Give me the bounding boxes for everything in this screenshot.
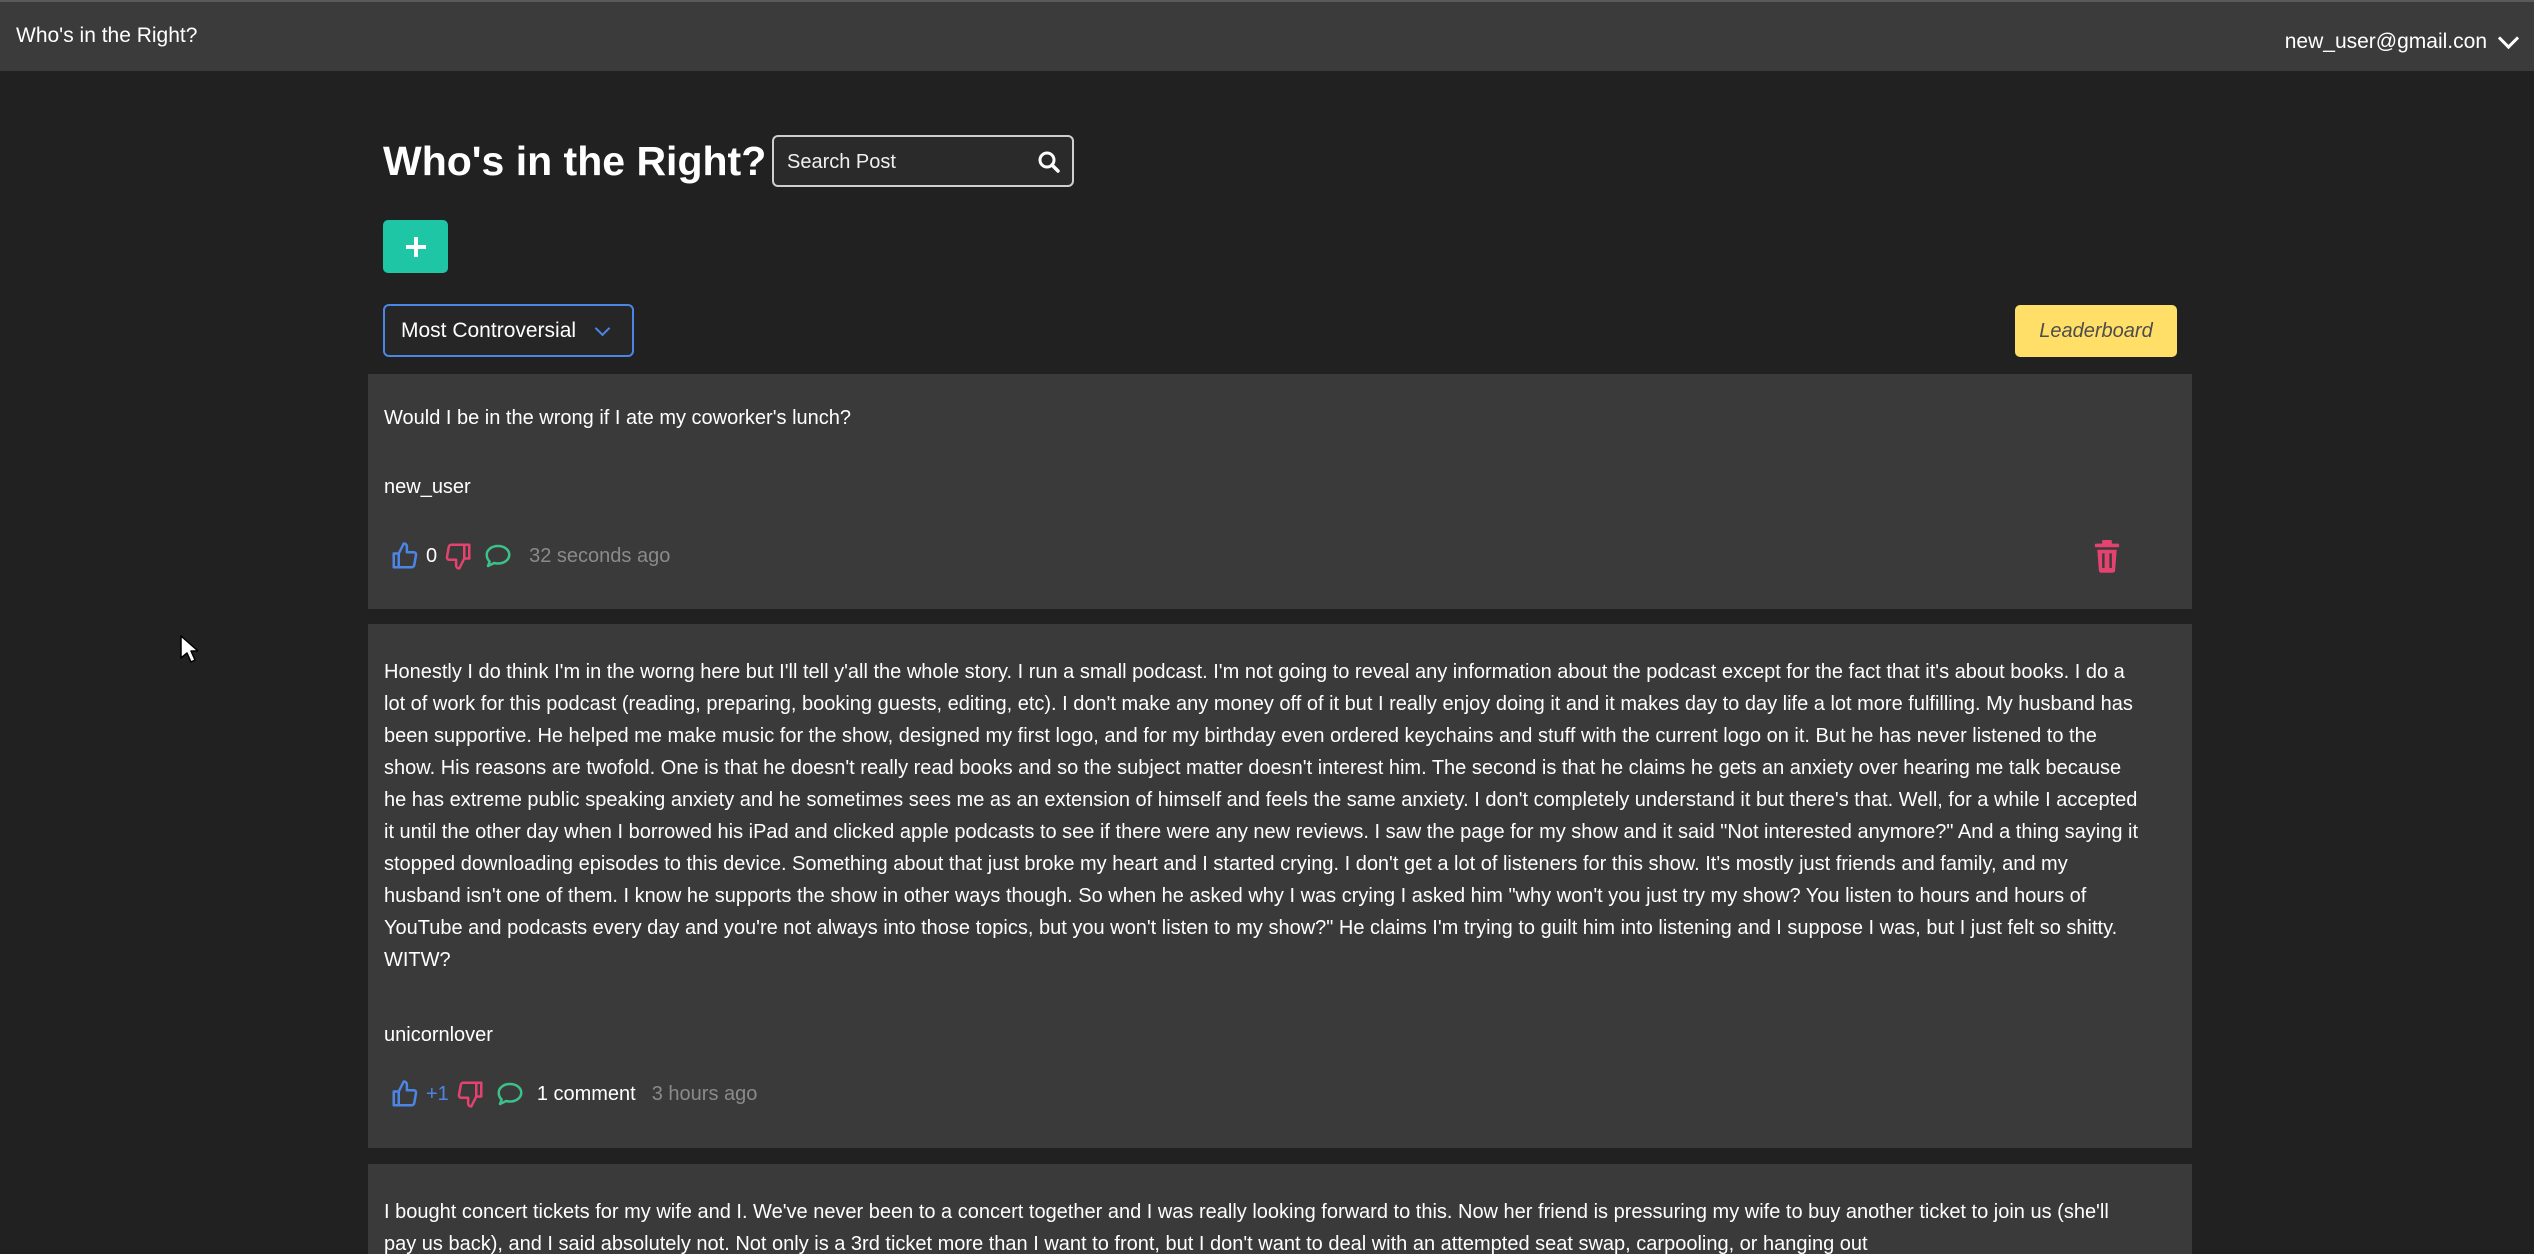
thumbs-up-icon[interactable] — [390, 1079, 420, 1109]
post-body: Honestly I do think I'm in the worng her… — [384, 661, 2139, 971]
sort-selected-value: Most Controversial — [401, 318, 577, 342]
user-email[interactable]: new_user@gmail.con — [2285, 30, 2487, 54]
search-icon[interactable] — [1036, 149, 1062, 175]
add-post-button[interactable] — [383, 220, 448, 273]
search-box — [772, 135, 1074, 187]
search-input[interactable] — [774, 137, 1029, 187]
mouse-cursor-icon — [180, 635, 198, 663]
post-actions: +1 1 comment 3 hours ago — [390, 1078, 757, 1110]
post-actions: 0 32 seconds ago — [390, 540, 670, 572]
comment-icon[interactable] — [483, 541, 513, 571]
post-time: 3 hours ago — [651, 1082, 758, 1105]
vote-score: +1 — [426, 1082, 449, 1105]
plus-icon — [405, 236, 426, 257]
navbar-brand[interactable]: Who's in the Right? — [16, 24, 197, 48]
post-body: Would I be in the wrong if I ate my cowo… — [384, 407, 852, 429]
comment-icon[interactable] — [495, 1079, 525, 1109]
top-navbar: Who's in the Right? new_user@gmail.con — [0, 0, 2534, 71]
page-title: Who's in the Right? — [383, 138, 767, 184]
thumbs-down-icon[interactable] — [443, 541, 473, 571]
post-time: 32 seconds ago — [529, 544, 671, 567]
sort-select[interactable]: Most Controversial — [383, 304, 634, 357]
chevron-down-icon — [594, 320, 611, 337]
trash-icon[interactable] — [2092, 540, 2122, 574]
chevron-down-icon[interactable] — [2497, 27, 2520, 49]
comment-count-link[interactable]: 1 comment — [537, 1083, 636, 1106]
user-menu-dropdown[interactable]: new_user@gmail.con — [2285, 27, 2524, 54]
leaderboard-button[interactable]: Leaderboard — [2015, 305, 2177, 357]
post-body: I bought concert tickets for my wife and… — [384, 1201, 2109, 1254]
thumbs-up-icon[interactable] — [390, 541, 420, 571]
post-card: Would I be in the wrong if I ate my cowo… — [368, 374, 2192, 609]
vote-score: 0 — [426, 544, 438, 567]
post-author[interactable]: new_user — [384, 476, 471, 499]
post-card: I bought concert tickets for my wife and… — [368, 1164, 2192, 1254]
post-author[interactable]: unicornlover — [384, 1024, 493, 1047]
post-card: Honestly I do think I'm in the worng her… — [368, 624, 2192, 1148]
thumbs-down-icon[interactable] — [455, 1079, 485, 1109]
